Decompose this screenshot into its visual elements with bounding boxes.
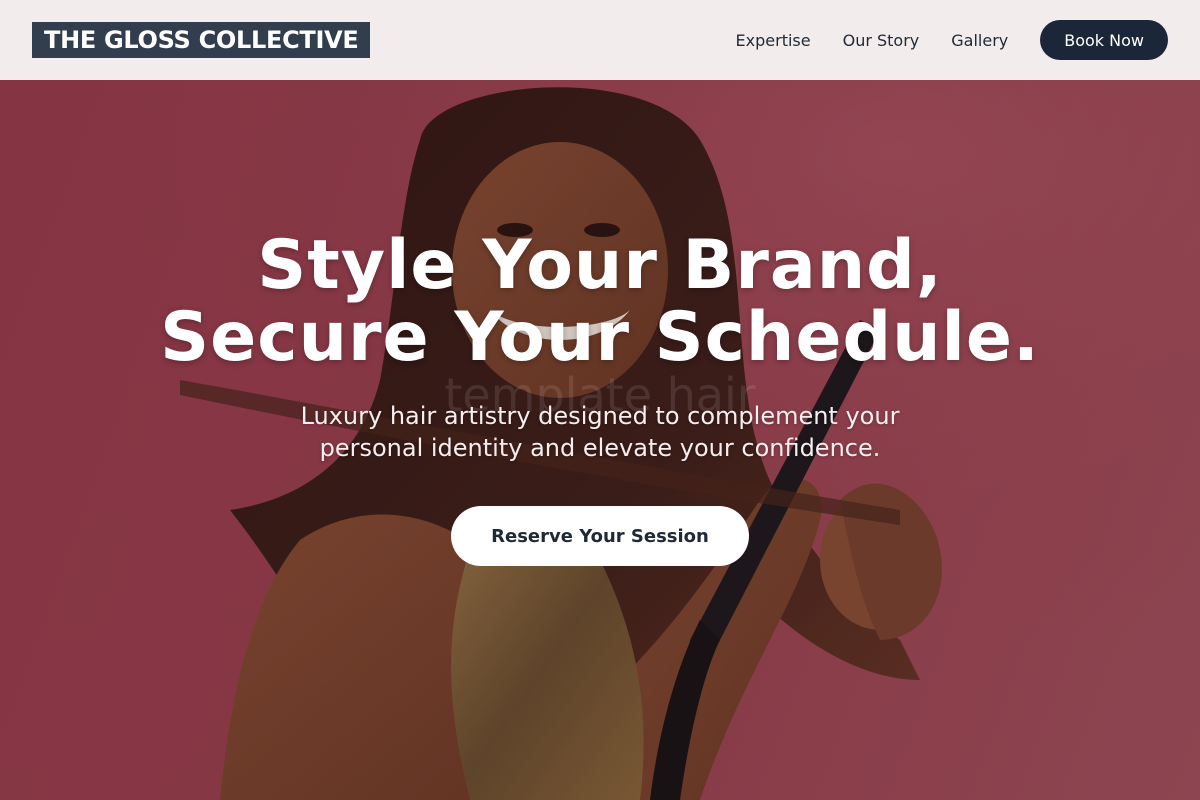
brand-logo[interactable]: THE GLOSS COLLECTIVE	[32, 22, 371, 58]
site-header: THE GLOSS COLLECTIVE Expertise Our Story…	[0, 0, 1200, 80]
reserve-session-button[interactable]: Reserve Your Session	[451, 506, 749, 566]
hero-title-line-1: Style Your Brand,	[257, 226, 943, 305]
hero-subtitle: Luxury hair artistry designed to complem…	[300, 402, 900, 462]
nav-link-expertise[interactable]: Expertise	[736, 31, 811, 50]
hero-title: Style Your Brand, Secure Your Schedule.	[0, 230, 1200, 374]
hero-section: template hair Style Your Brand, Secure Y…	[0, 80, 1200, 800]
hero-title-line-2: Secure Your Schedule.	[160, 298, 1040, 377]
book-now-button[interactable]: Book Now	[1040, 20, 1168, 60]
nav-link-gallery[interactable]: Gallery	[951, 31, 1008, 50]
main-nav: Expertise Our Story Gallery Book Now	[736, 20, 1168, 60]
nav-link-our-story[interactable]: Our Story	[843, 31, 920, 50]
hero-content: Style Your Brand, Secure Your Schedule. …	[0, 230, 1200, 566]
